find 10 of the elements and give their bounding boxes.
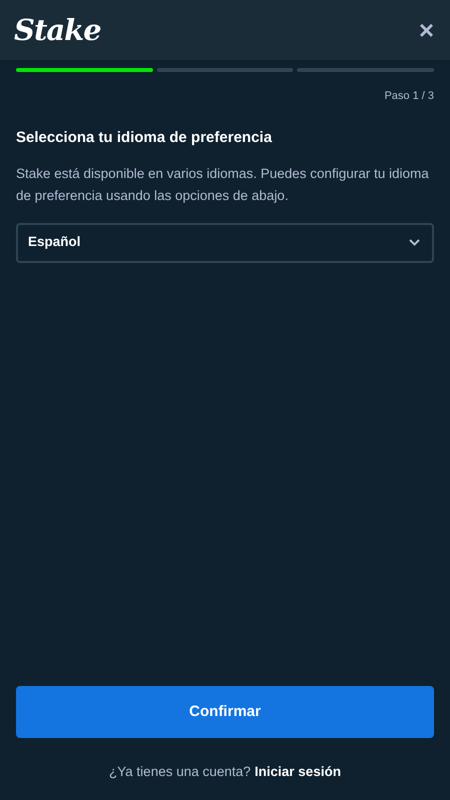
login-link[interactable]: Iniciar sesión <box>254 762 341 782</box>
chevron-down-icon <box>409 239 420 246</box>
close-button[interactable]: × <box>416 17 436 43</box>
title: Selecciona tu idioma de preferencia <box>16 128 273 146</box>
logo: Stake <box>14 16 101 44</box>
account-question: ¿Ya tienes una cuenta? <box>109 762 251 781</box>
confirm-button[interactable]: Confirmar <box>16 686 434 738</box>
description: Stake está disponible en varios idiomas. Puedes configurar tu idioma de preferencia usando las opciones de abajo. <box>16 164 430 205</box>
step-counter: Paso 1 / 3 <box>384 89 434 104</box>
language-select[interactable]: Español <box>16 222 434 262</box>
